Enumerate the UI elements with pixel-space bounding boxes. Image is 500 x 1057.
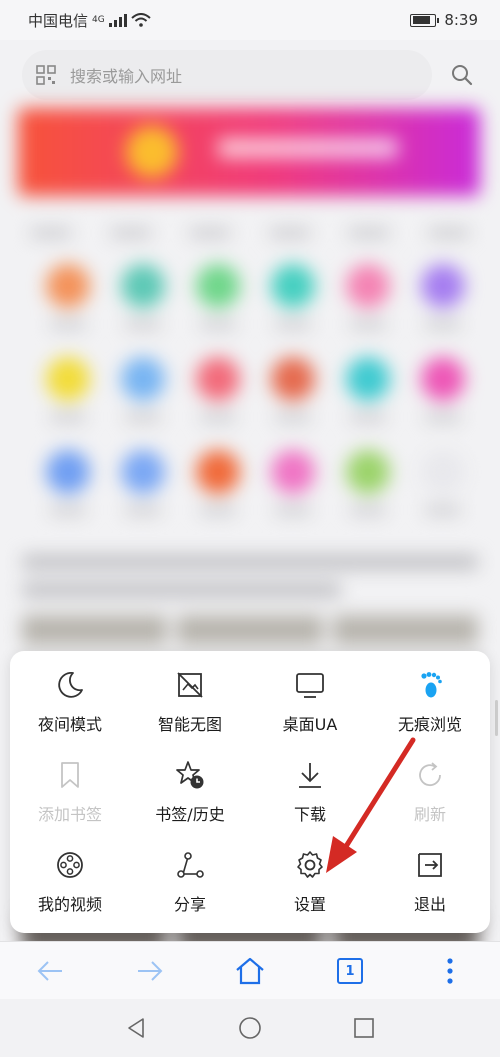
tab-count-badge: 1: [337, 958, 363, 984]
menu-add-bookmark[interactable]: 添加书签: [10, 755, 130, 845]
carrier-name: 中国电信: [28, 11, 89, 30]
menu-refresh-label: 刷新: [413, 805, 446, 824]
arrow-right-icon: [138, 961, 163, 981]
search-icon: [452, 65, 473, 86]
menu-desktop-ua-label: 桌面UA: [282, 715, 338, 734]
home-icon: [236, 957, 264, 985]
browser-bottom-nav: 1: [0, 941, 500, 999]
menu-share[interactable]: 分享: [130, 845, 250, 935]
menu-bookmarks-history-label: 书签/历史: [155, 805, 225, 824]
menu-incognito[interactable]: 无痕浏览: [370, 665, 490, 755]
menu-night-mode[interactable]: 夜间模式: [10, 665, 130, 755]
scrollbar[interactable]: [495, 700, 498, 736]
menu-refresh[interactable]: 刷新: [370, 755, 490, 845]
menu-settings-label: 设置: [293, 895, 326, 914]
menu-download[interactable]: 下载: [250, 755, 370, 845]
search-placeholder: 搜索或输入网址: [70, 67, 183, 86]
back-button[interactable]: [0, 942, 100, 1000]
menu-settings[interactable]: 设置: [250, 845, 370, 935]
search-button[interactable]: [446, 59, 478, 91]
more-vertical-icon: [447, 958, 453, 984]
menu-my-videos-label: 我的视频: [37, 895, 102, 914]
menu-share-label: 分享: [173, 895, 206, 914]
qr-scan-icon[interactable]: [36, 65, 56, 85]
menu-bookmarks-history[interactable]: 书签/历史: [130, 755, 250, 845]
browser-menu: 夜间模式 智能无图 桌面UA 无痕浏览 添加书签 书签/历史 下载 刷新 我的视…: [10, 651, 490, 933]
no-image-icon: [174, 669, 206, 701]
gear-icon: [294, 849, 326, 881]
network-type: 4G: [92, 15, 105, 25]
category-row: [30, 228, 470, 238]
clock: 8:39: [444, 11, 478, 29]
menu-no-image-label: 智能无图: [157, 715, 222, 734]
refresh-icon: [414, 759, 446, 791]
arrow-left-icon: [37, 961, 62, 981]
menu-my-videos[interactable]: 我的视频: [10, 845, 130, 935]
battery-icon: [410, 13, 440, 27]
share-icon: [174, 849, 206, 881]
status-bar: 中国电信 4G 8:39: [0, 0, 500, 40]
wifi-icon: [131, 13, 151, 27]
film-reel-icon: [54, 849, 86, 881]
menu-desktop-ua[interactable]: 桌面UA: [250, 665, 370, 755]
monitor-icon: [294, 669, 326, 701]
tabs-button[interactable]: 1: [300, 942, 400, 1000]
system-back-icon[interactable]: [125, 1017, 147, 1039]
status-right: 8:39: [410, 11, 478, 29]
menu-button[interactable]: [400, 942, 500, 1000]
promo-banner: [18, 108, 480, 196]
search-row: 搜索或输入网址: [0, 46, 500, 104]
system-home-icon[interactable]: [238, 1016, 262, 1040]
signal-icon: [108, 14, 127, 27]
forward-button[interactable]: [100, 942, 200, 1000]
menu-night-mode-label: 夜间模式: [37, 715, 102, 734]
shortcut-grid: [30, 264, 480, 515]
menu-incognito-label: 无痕浏览: [397, 715, 462, 734]
search-input[interactable]: 搜索或输入网址: [22, 50, 433, 100]
system-recents-icon[interactable]: [353, 1017, 375, 1039]
star-clock-icon: [174, 759, 206, 791]
download-icon: [294, 759, 326, 791]
menu-exit[interactable]: 退出: [370, 845, 490, 935]
bookmark-icon: [54, 759, 86, 791]
menu-no-image[interactable]: 智能无图: [130, 665, 250, 755]
exit-icon: [414, 849, 446, 881]
menu-exit-label: 退出: [413, 895, 446, 914]
footprint-icon: [414, 669, 446, 701]
system-nav-bar: [0, 999, 500, 1057]
menu-add-bookmark-label: 添加书签: [37, 805, 102, 824]
moon-icon: [54, 669, 86, 701]
menu-download-label: 下载: [293, 805, 326, 824]
carrier-group: 中国电信 4G: [28, 10, 151, 31]
home-button[interactable]: [200, 942, 300, 1000]
